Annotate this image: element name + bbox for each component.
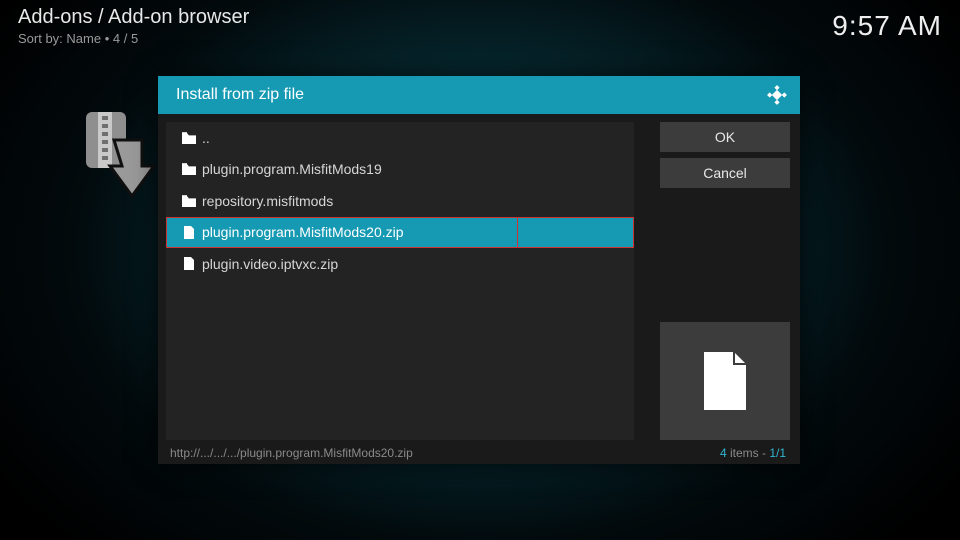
breadcrumb: Add-ons / Add-on browser (18, 6, 249, 29)
kodi-logo-icon (766, 84, 788, 106)
file-row-4[interactable]: plugin.video.iptvxc.zip (166, 248, 634, 280)
file-row-label: plugin.video.iptvxc.zip (202, 256, 338, 272)
item-count-word: items - (727, 446, 770, 460)
folder-icon (176, 131, 202, 145)
file-list[interactable]: .. plugin.program.MisfitMods19 repository.… (166, 122, 634, 440)
install-zip-dialog: Install from zip file .. plugin.program.M… (158, 76, 800, 464)
item-count-number: 4 (720, 446, 727, 460)
sort-line: Sort by: Name • 4 / 5 (18, 31, 249, 46)
file-row-label: plugin.program.MisfitMods19 (202, 161, 382, 177)
file-row-label: .. (202, 130, 210, 146)
file-row-label: repository.misfitmods (202, 193, 333, 209)
file-thumbnail (660, 322, 790, 440)
ok-button[interactable]: OK (660, 122, 790, 152)
sort-field: Name (66, 31, 101, 46)
file-row-1[interactable]: plugin.program.MisfitMods19 (166, 154, 634, 186)
folder-icon (176, 194, 202, 208)
dialog-titlebar: Install from zip file (158, 76, 800, 114)
file-row-3[interactable]: plugin.program.MisfitMods20.zip (166, 217, 634, 249)
file-row-parent[interactable]: .. (166, 122, 634, 154)
file-row-2[interactable]: repository.misfitmods (166, 185, 634, 217)
file-icon (176, 256, 202, 271)
clock: 9:57 AM (832, 10, 942, 46)
file-icon (176, 225, 202, 240)
file-row-label: plugin.program.MisfitMods20.zip (202, 224, 404, 240)
current-path: http://.../.../.../plugin.program.Misfit… (170, 446, 413, 460)
zip-install-icon (84, 110, 164, 210)
dialog-title-text: Install from zip file (176, 86, 304, 104)
cancel-button[interactable]: Cancel (660, 158, 790, 188)
item-count-page: 1/1 (769, 446, 786, 460)
dialog-side-panel: OK Cancel (660, 122, 790, 194)
sort-sep: • (101, 31, 113, 46)
sort-position: 4 / 5 (113, 31, 138, 46)
sort-prefix: Sort by: (18, 31, 66, 46)
item-count: 4 items - 1/1 (720, 446, 786, 460)
folder-icon (176, 162, 202, 176)
